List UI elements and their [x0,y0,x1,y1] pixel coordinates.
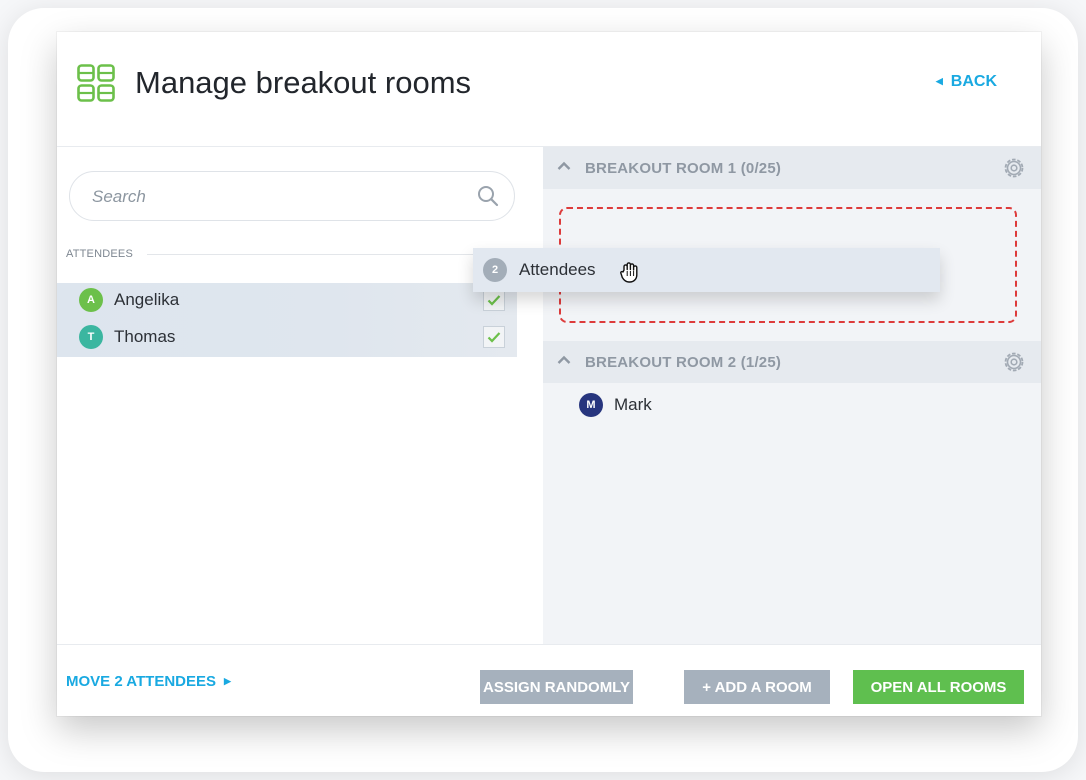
open-all-rooms-button[interactable]: OPEN ALL ROOMS [853,670,1024,704]
back-arrow-icon: ◀ [935,76,943,86]
attendees-section-label: ATTENDEES [66,248,133,260]
attendee-checkbox-thomas[interactable] [483,326,505,348]
drag-label: Attendees [519,260,596,279]
add-room-button[interactable]: + ADD A ROOM [684,670,830,704]
dialog-footer: MOVE 2 ATTENDEES ▶ ASSIGN RANDOMLY + ADD … [57,644,1041,716]
room-title: BREAKOUT ROOM 2 (1/25) [585,354,782,371]
rooms-panel: BREAKOUT ROOM 1 (0/25) BREAKOUT ROOM 2 (… [543,147,1041,644]
chevron-up-icon[interactable] [557,161,571,171]
gear-icon[interactable] [1001,349,1027,375]
room-header-2[interactable]: BREAKOUT ROOM 2 (1/25) [543,341,1041,383]
move-label: MOVE 2 ATTENDEES [66,673,217,690]
attendee-name: Angelika [114,290,180,309]
back-link[interactable]: ◀ BACK [936,72,997,93]
assign-randomly-button[interactable]: ASSIGN RANDOMLY [480,670,633,704]
play-arrow-icon: ▶ [224,676,231,686]
avatar: M [579,393,603,417]
member-name: Mark [614,395,652,414]
checkmark-icon [487,332,501,343]
breakout-dialog: Manage breakout rooms ◀ BACK Search ATTEN… [57,32,1041,716]
room-title: BREAKOUT ROOM 1 (0/25) [585,160,782,177]
gear-icon[interactable] [1001,155,1027,181]
attendees-panel: Search ATTENDEES A Angelika T Thomas [57,147,543,644]
chevron-up-icon[interactable] [557,355,571,365]
drag-preview-chip[interactable]: 2 Attendees [473,248,940,292]
drag-count-badge: 2 [483,258,507,282]
breakout-grid-icon [77,64,115,102]
dialog-header: Manage breakout rooms ◀ BACK [57,32,1041,147]
search-placeholder: Search [92,187,146,206]
back-label: BACK [950,73,997,90]
attendee-name: Thomas [114,327,176,346]
page-title: Manage breakout rooms [135,65,472,100]
search-input[interactable]: Search [69,171,515,221]
section-divider [147,254,507,255]
attendee-checkbox-angelika[interactable] [483,289,505,311]
room-header-1[interactable]: BREAKOUT ROOM 1 (0/25) [543,147,1041,189]
avatar: A [79,288,103,312]
avatar: T [79,325,103,349]
checkmark-icon [487,295,501,306]
attendee-item-angelika[interactable]: A Angelika [79,287,179,313]
search-icon[interactable] [476,184,500,208]
attendee-item-thomas[interactable]: T Thomas [79,324,175,350]
grab-cursor-icon [620,262,638,283]
move-attendees-link[interactable]: MOVE 2 ATTENDEES ▶ [66,673,231,690]
room-member-mark[interactable]: M Mark [579,391,652,419]
